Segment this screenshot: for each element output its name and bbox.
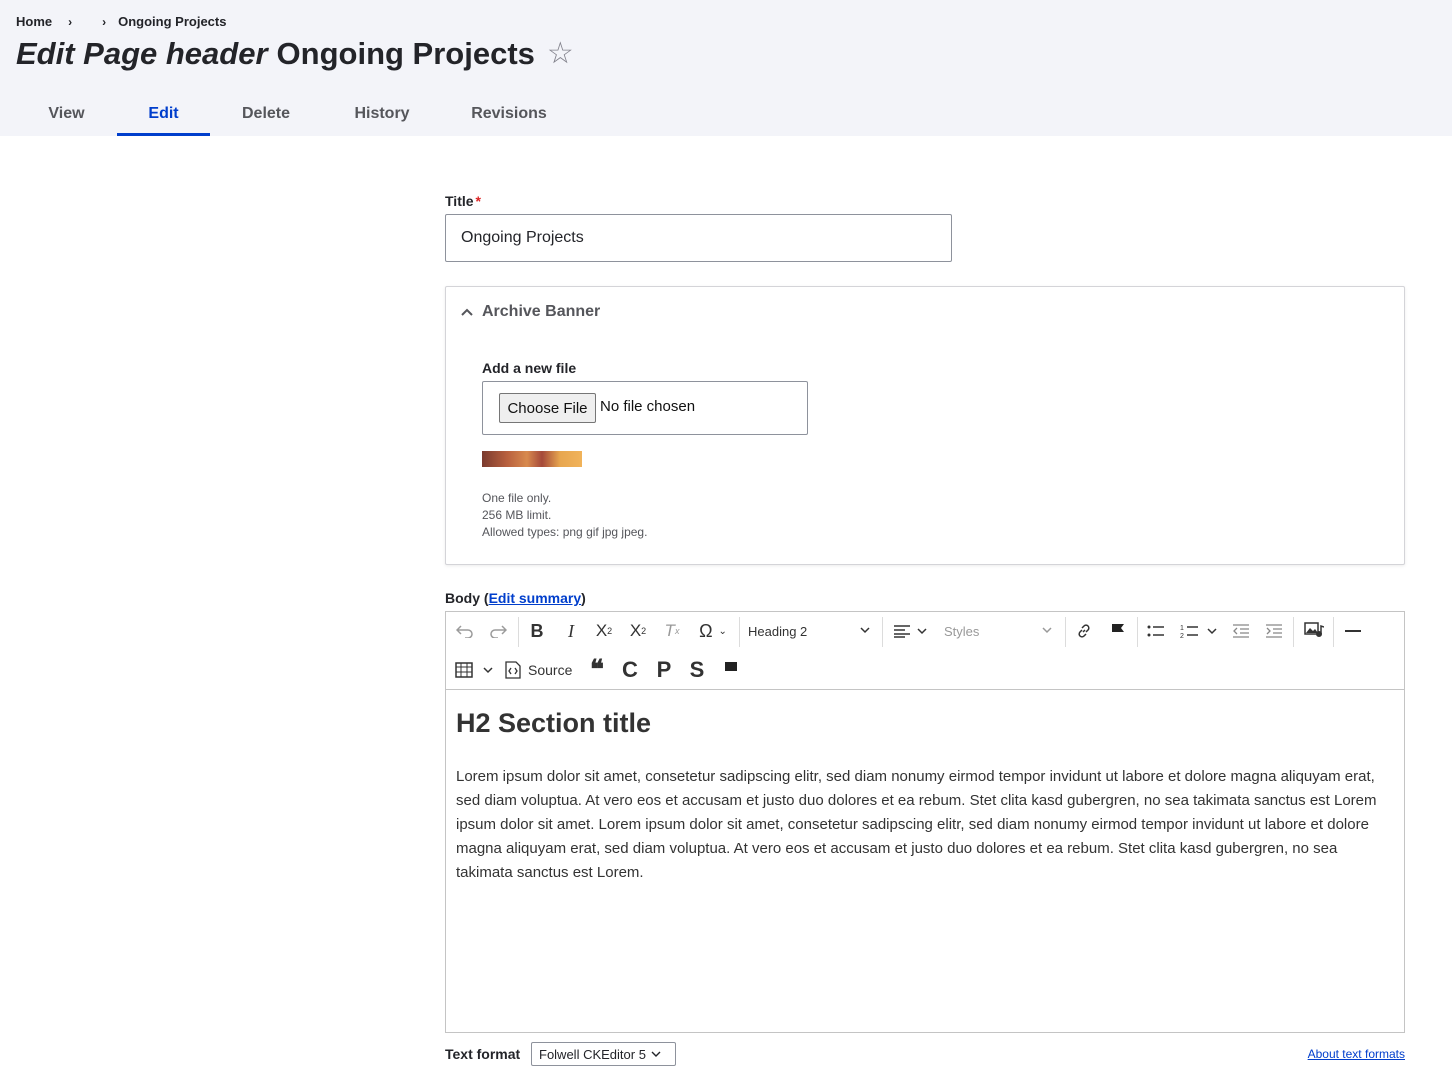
toolbar-separator (739, 617, 740, 647)
edit-summary-link[interactable]: Edit summary (489, 590, 582, 606)
tab-label: Edit (148, 105, 179, 122)
body-label: Body (Edit summary) (445, 590, 586, 606)
about-text-formats-link[interactable]: About text formats (1308, 1047, 1405, 1061)
subscript-icon[interactable]: X2 (627, 619, 649, 643)
text-format-select[interactable]: Folwell CKEditor 5 (531, 1042, 676, 1066)
heading-dropdown-value: Heading 2 (748, 623, 808, 639)
title-label: Title * (445, 193, 481, 209)
tab-label: Delete (241, 105, 291, 122)
editor-content[interactable]: H2 Section title Lorem ipsum dolor sit a… (456, 708, 1391, 885)
media-icon[interactable] (1302, 619, 1326, 643)
tab-label: View (48, 105, 85, 122)
source-button[interactable]: Source (504, 658, 574, 682)
editor-toolbar: B I X2 X2 Tx Ω ⌄ Heading 2 Styles 12 Sou… (446, 612, 1404, 690)
indent-icon[interactable] (1263, 619, 1285, 643)
content-paragraph: Lorem ipsum dolor sit amet, consetetur s… (456, 768, 1377, 881)
flag-icon[interactable] (720, 658, 742, 682)
choose-file-button[interactable]: Choose File (499, 393, 596, 423)
tab-history[interactable]: History (322, 92, 442, 136)
tab-edit[interactable]: Edit (117, 92, 210, 136)
toolbar-separator (1065, 617, 1066, 647)
chevron-down-icon (860, 627, 870, 634)
chevron-down-icon (1042, 627, 1052, 634)
superscript-icon[interactable]: X2 (593, 619, 615, 643)
toolbar-separator (882, 617, 883, 647)
alignment-icon[interactable] (890, 619, 930, 643)
body-label-text: Body (445, 590, 480, 606)
toolbar-separator (518, 617, 519, 647)
redo-icon[interactable] (487, 619, 509, 643)
flag-icon[interactable] (1107, 619, 1129, 643)
ckeditor: B I X2 X2 Tx Ω ⌄ Heading 2 Styles 12 Sou… (445, 611, 1405, 1033)
tab-delete[interactable]: Delete (210, 92, 322, 136)
source-button-label: Source (528, 662, 573, 678)
content-heading: H2 Section title (456, 708, 652, 738)
archive-banner-summary[interactable]: Archive Banner (460, 303, 600, 321)
tab-revisions[interactable]: Revisions (442, 92, 576, 136)
page-header: Home › › Ongoing Projects Edit Page head… (0, 0, 1452, 136)
tab-label: History (354, 105, 410, 122)
link-icon[interactable] (1073, 619, 1095, 643)
title-label-text: Title (445, 193, 474, 209)
table-icon[interactable] (454, 658, 494, 682)
paren-close: ) (581, 590, 586, 606)
outdent-icon[interactable] (1230, 619, 1252, 643)
remove-format-icon[interactable]: Tx (661, 619, 683, 643)
help-text: Allowed types: png gif jpg jpeg. (482, 525, 648, 539)
title-input[interactable] (445, 214, 952, 262)
styles-dropdown-value: Styles (944, 623, 980, 639)
italic-icon[interactable]: I (560, 619, 582, 643)
toolbar-separator (1293, 617, 1294, 647)
breadcrumb-separator: › (102, 14, 107, 29)
help-text: One file only. (482, 491, 552, 505)
tab-view[interactable]: View (16, 92, 117, 136)
button-p[interactable]: P (653, 657, 675, 682)
help-text: 256 MB limit. (482, 508, 552, 522)
svg-text:2: 2 (1180, 633, 1184, 639)
required-marker: * (475, 193, 481, 209)
undo-icon[interactable] (454, 619, 476, 643)
numbered-list-icon[interactable]: 12 (1179, 619, 1219, 643)
blockquote-icon[interactable]: ❝ (586, 655, 608, 684)
button-s[interactable]: S (686, 657, 708, 682)
heading-dropdown[interactable]: Heading 2 (748, 623, 872, 639)
page-title-node: Ongoing Projects (276, 36, 535, 71)
text-format-label: Text format (445, 1046, 521, 1062)
chevron-down-icon (651, 1051, 661, 1057)
source-icon (505, 661, 521, 679)
file-status: No file chosen (600, 398, 696, 415)
horizontal-line-icon[interactable] (1342, 619, 1364, 643)
breadcrumb-separator: › (68, 14, 73, 29)
button-c[interactable]: C (619, 657, 641, 682)
toolbar-separator (1333, 617, 1334, 647)
file-upload-field[interactable]: Choose File No file chosen (482, 381, 808, 435)
breadcrumb-current[interactable]: Ongoing Projects (118, 14, 226, 29)
page-title: Edit Page header Ongoing Projects ☆ (16, 36, 574, 72)
text-format-value: Folwell CKEditor 5 (539, 1046, 646, 1062)
add-file-label: Add a new file (482, 360, 577, 376)
banner-thumbnail (482, 451, 582, 467)
bulleted-list-icon[interactable] (1145, 619, 1167, 643)
breadcrumb-home[interactable]: Home (16, 14, 52, 29)
star-icon[interactable]: ☆ (547, 39, 574, 69)
bold-icon[interactable]: B (526, 619, 548, 643)
styles-dropdown[interactable]: Styles (944, 623, 1054, 639)
archive-banner-title: Archive Banner (482, 303, 601, 320)
breadcrumb: Home › › Ongoing Projects (16, 14, 226, 29)
page-title-prefix: Edit Page header (16, 36, 268, 71)
tab-label: Revisions (471, 105, 547, 122)
toolbar-separator (1137, 617, 1138, 647)
chevron-up-icon (461, 308, 473, 316)
svg-text:1: 1 (1180, 625, 1184, 632)
primary-tabs: View Edit Delete History Revisions (16, 92, 576, 136)
special-characters-icon[interactable]: Ω ⌄ (694, 619, 732, 643)
